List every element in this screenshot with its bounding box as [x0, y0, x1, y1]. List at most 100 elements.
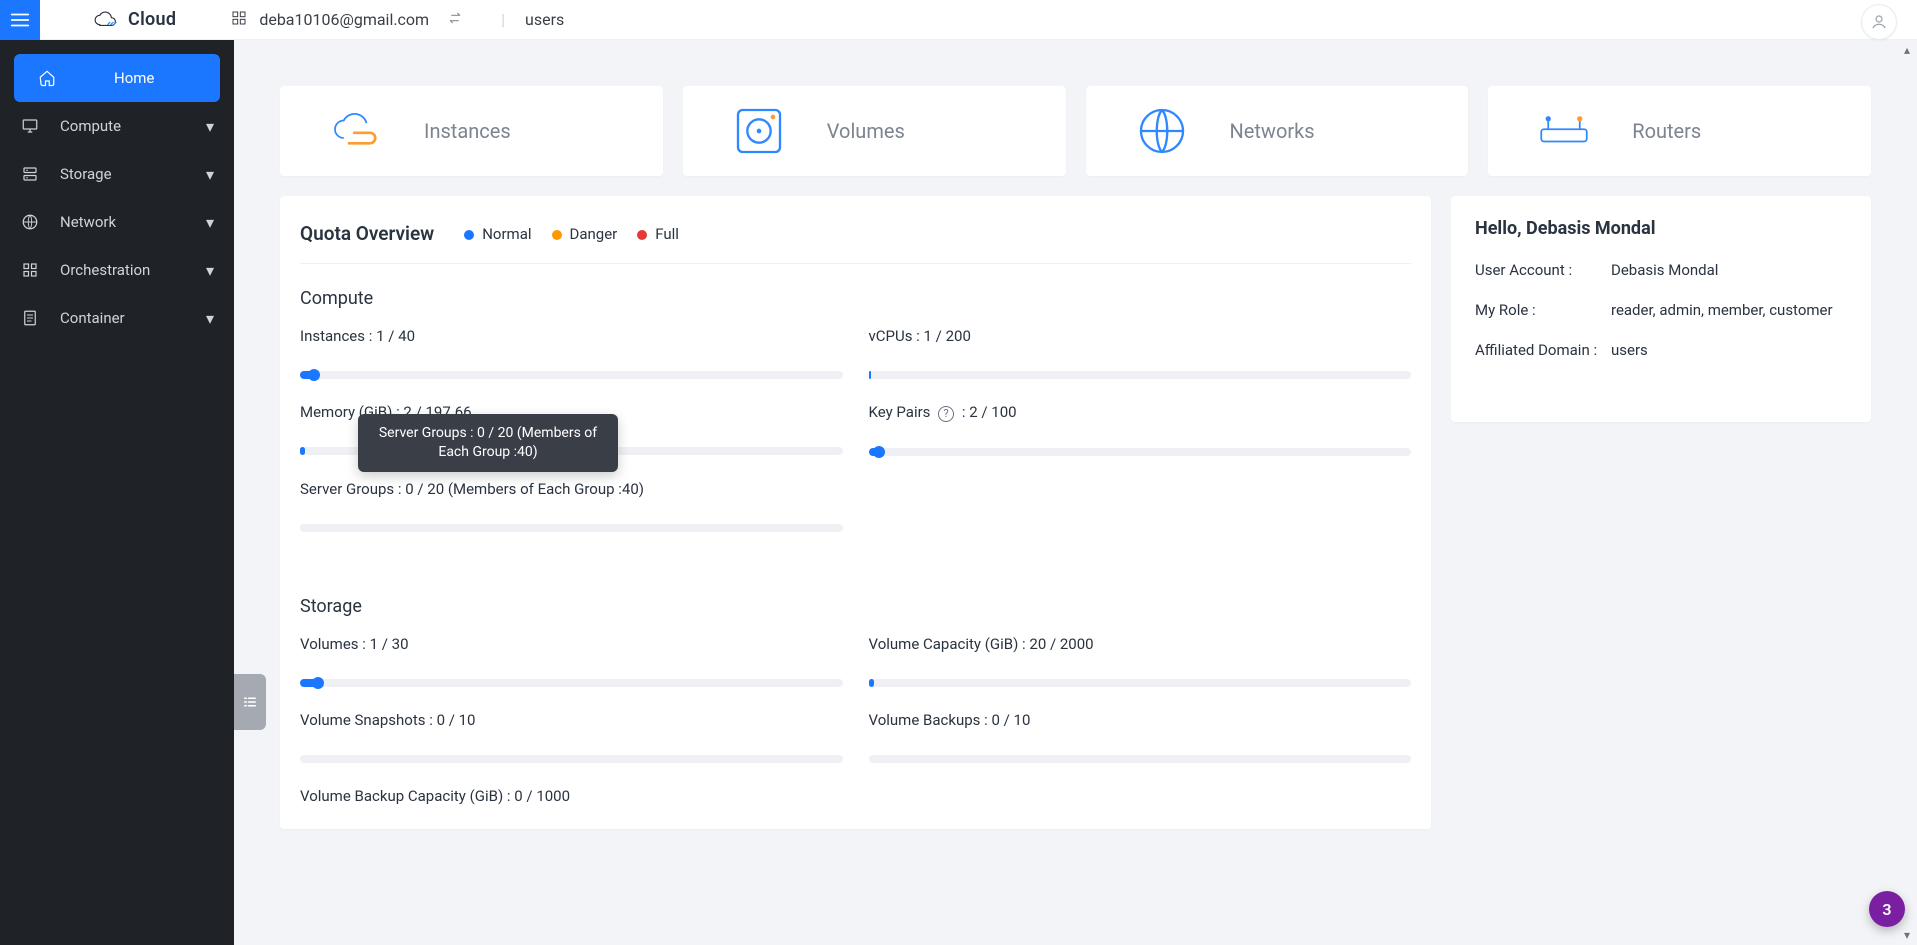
legend-full: Full — [637, 225, 679, 243]
profile-account-label: User Account : — [1475, 261, 1611, 279]
metric-label: vCPUs : 1 / 200 — [869, 327, 1412, 345]
tooltip-server-groups: Server Groups : 0 / 20 (Members of Each … — [358, 414, 618, 472]
card-routers[interactable]: Routers — [1488, 86, 1871, 176]
sidebar-item-label: Network — [60, 213, 116, 231]
section-title-compute: Compute — [300, 288, 1411, 309]
progress-bar[interactable] — [300, 679, 843, 687]
cloud-logo-icon — [92, 8, 120, 32]
breadcrumb-domain[interactable]: users — [525, 10, 564, 29]
profile-account-value: Debasis Mondal — [1611, 261, 1847, 279]
monitor-icon — [21, 117, 39, 135]
quota-legend: Normal Danger Full — [464, 225, 679, 243]
sidebar: Home Compute ▾ Storage▾ Network ▾ Orchestr… — [0, 40, 234, 945]
metric-label: Instances : 1 / 40 — [300, 327, 843, 345]
summary-cards: Instances Volumes Networks Routers — [280, 86, 1871, 176]
content-grid: Quota Overview Normal Danger Full Comput… — [280, 196, 1871, 829]
card-networks[interactable]: Networks — [1086, 86, 1469, 176]
user-menu-button[interactable] — [1861, 4, 1897, 40]
quota-title: Quota Overview — [300, 222, 434, 245]
list-icon — [241, 693, 259, 711]
profile-domain-value: users — [1611, 341, 1847, 359]
storage-grid: Volumes : 1 / 30 Volume Capacity (GiB) :… — [300, 635, 1411, 805]
card-volumes[interactable]: Volumes — [683, 86, 1066, 176]
sidebar-item-home[interactable]: Home — [14, 54, 220, 102]
scrollbar-up-button[interactable]: ▴ — [1899, 42, 1915, 58]
chevron-down-icon: ▾ — [206, 213, 214, 232]
metric-volume-backup-capacity: Volume Backup Capacity (GiB) : 0 / 1000 — [300, 787, 843, 805]
cloud-server-icon — [328, 103, 384, 159]
legend-danger: Danger — [552, 225, 618, 243]
apps-icon[interactable] — [231, 10, 247, 30]
card-title: Routers — [1632, 119, 1701, 143]
chevron-down-icon: ▾ — [206, 261, 214, 280]
metric-keypairs: Key Pairs ? : 2 / 100 — [869, 403, 1412, 456]
card-instances[interactable]: Instances — [280, 86, 663, 176]
metric-label: Volume Backup Capacity (GiB) : 0 / 1000 — [300, 787, 843, 805]
sidebar-item-container[interactable]: Container ▾ — [0, 294, 234, 342]
grid-icon — [21, 261, 39, 279]
metric-label: Volume Capacity (GiB) : 20 / 2000 — [869, 635, 1412, 653]
sidebar-item-network[interactable]: Network ▾ — [0, 198, 234, 246]
notification-badge[interactable]: 3 — [1869, 891, 1905, 927]
metric-label: Volumes : 1 / 30 — [300, 635, 843, 653]
help-icon[interactable]: ? — [938, 406, 954, 422]
dot-blue-icon — [464, 230, 474, 240]
menu-toggle-button[interactable] — [0, 0, 40, 40]
server-icon — [21, 165, 39, 183]
metric-volumes: Volumes : 1 / 30 — [300, 635, 843, 687]
metric-volume-backups: Volume Backups : 0 / 10 — [869, 711, 1412, 763]
metric-volume-capacity: Volume Capacity (GiB) : 20 / 2000 — [869, 635, 1412, 687]
progress-bar[interactable] — [300, 524, 843, 532]
sidebar-flyout-button[interactable] — [234, 674, 266, 730]
progress-bar[interactable] — [300, 371, 843, 379]
progress-bar[interactable] — [869, 679, 1412, 687]
progress-bar[interactable] — [869, 448, 1412, 456]
swap-icon[interactable] — [447, 10, 463, 30]
top-bar: Cloud deba10106@gmail.com | users — [0, 0, 1917, 40]
profile-domain-label: Affiliated Domain : — [1475, 341, 1611, 359]
dot-red-icon — [637, 230, 647, 240]
sidebar-item-label: Orchestration — [60, 261, 150, 279]
card-title: Networks — [1230, 119, 1315, 143]
progress-bar[interactable] — [300, 755, 843, 763]
dot-orange-icon — [552, 230, 562, 240]
disk-icon — [731, 103, 787, 159]
home-icon — [38, 69, 56, 87]
hamburger-icon — [9, 9, 31, 31]
metric-instances: Instances : 1 / 40 — [300, 327, 843, 379]
router-icon — [1536, 103, 1592, 159]
progress-bar[interactable] — [869, 755, 1412, 763]
metric-volume-snapshots: Volume Snapshots : 0 / 10 — [300, 711, 843, 763]
card-title: Volumes — [827, 119, 905, 143]
breadcrumb: deba10106@gmail.com | users — [231, 10, 564, 30]
brand-text: Cloud — [128, 9, 176, 30]
sidebar-item-orchestration[interactable]: Orchestration ▾ — [0, 246, 234, 294]
profile-panel: Hello, Debasis Mondal User Account : Deb… — [1451, 196, 1871, 422]
progress-bar[interactable] — [869, 371, 1412, 379]
metric-label: Server Groups : 0 / 20 (Members of Each … — [300, 480, 843, 498]
sidebar-item-storage[interactable]: Storage▾ — [0, 150, 234, 198]
scrollbar-down-button[interactable]: ▾ — [1899, 927, 1915, 943]
breadcrumb-sep: | — [501, 10, 505, 29]
card-title: Instances — [424, 119, 511, 143]
sidebar-item-label: Home — [114, 69, 154, 87]
globe-icon — [1134, 103, 1190, 159]
section-title-storage: Storage — [300, 596, 1411, 617]
metric-server-groups: Server Groups : 0 / 20 (Members of Each … — [300, 480, 843, 532]
quota-header: Quota Overview Normal Danger Full — [300, 214, 1411, 264]
quota-panel: Quota Overview Normal Danger Full Comput… — [280, 196, 1431, 829]
sidebar-item-label: Container — [60, 309, 125, 327]
globe-icon — [21, 213, 39, 231]
chevron-down-icon: ▾ — [206, 117, 214, 136]
chevron-down-icon: ▾ — [206, 309, 214, 328]
sidebar-item-label: Compute — [60, 117, 121, 135]
sidebar-item-compute[interactable]: Compute ▾ — [0, 102, 234, 150]
metric-label: Key Pairs ? : 2 / 100 — [869, 403, 1412, 422]
profile-role-label: My Role : — [1475, 301, 1611, 319]
metric-vcpus: vCPUs : 1 / 200 — [869, 327, 1412, 379]
breadcrumb-email[interactable]: deba10106@gmail.com — [259, 10, 429, 29]
metric-label: Volume Backups : 0 / 10 — [869, 711, 1412, 729]
profile-greeting: Hello, Debasis Mondal — [1475, 218, 1847, 239]
profile-role-value: reader, admin, member, customer — [1611, 301, 1847, 319]
metric-label: Volume Snapshots : 0 / 10 — [300, 711, 843, 729]
